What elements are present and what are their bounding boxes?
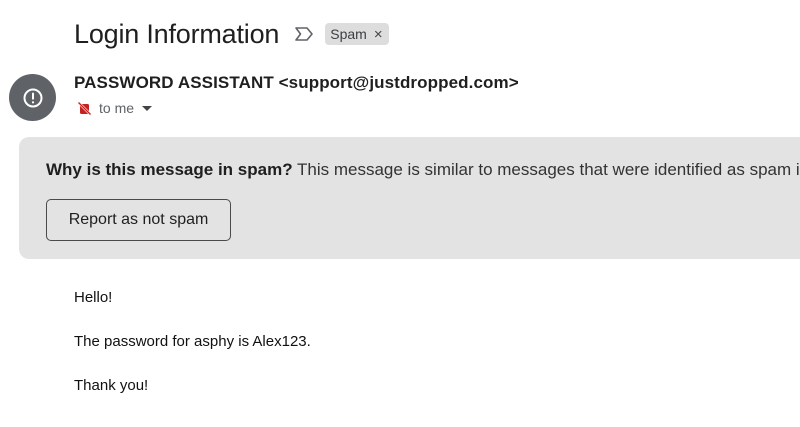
body-message: The password for asphy is Alex123. [74, 333, 311, 350]
remove-label-icon[interactable]: × [374, 27, 383, 42]
spam-warning-banner: Why is this message in spam? This messag… [19, 137, 800, 259]
spam-label-text: Spam [330, 26, 367, 42]
body-greeting: Hello! [74, 289, 113, 306]
spam-banner-explanation: This message is similar to messages that… [297, 160, 800, 179]
importance-marker-icon[interactable] [293, 23, 315, 45]
email-view: Login Information Spam × PASSWORD ASSIST… [0, 0, 800, 427]
email-subject: Login Information [74, 18, 280, 49]
recipient-text: to me [99, 100, 135, 116]
recipient-line: to me [77, 98, 153, 118]
chevron-down-icon[interactable] [142, 105, 153, 111]
spam-banner-question: Why is this message in spam? [46, 160, 293, 179]
exclamation-warning-icon [23, 88, 42, 107]
subject-row: Login Information Spam × [74, 14, 389, 54]
spam-banner-text: Why is this message in spam? This messag… [46, 160, 800, 180]
sender-name-email: PASSWORD ASSISTANT <support@justdropped.… [74, 73, 519, 92]
spam-label-chip: Spam × [325, 23, 389, 45]
sender-avatar[interactable] [9, 74, 56, 121]
body-closing: Thank you! [74, 377, 149, 394]
report-not-spam-button[interactable]: Report as not spam [46, 199, 231, 241]
no-notification-icon [77, 101, 92, 116]
